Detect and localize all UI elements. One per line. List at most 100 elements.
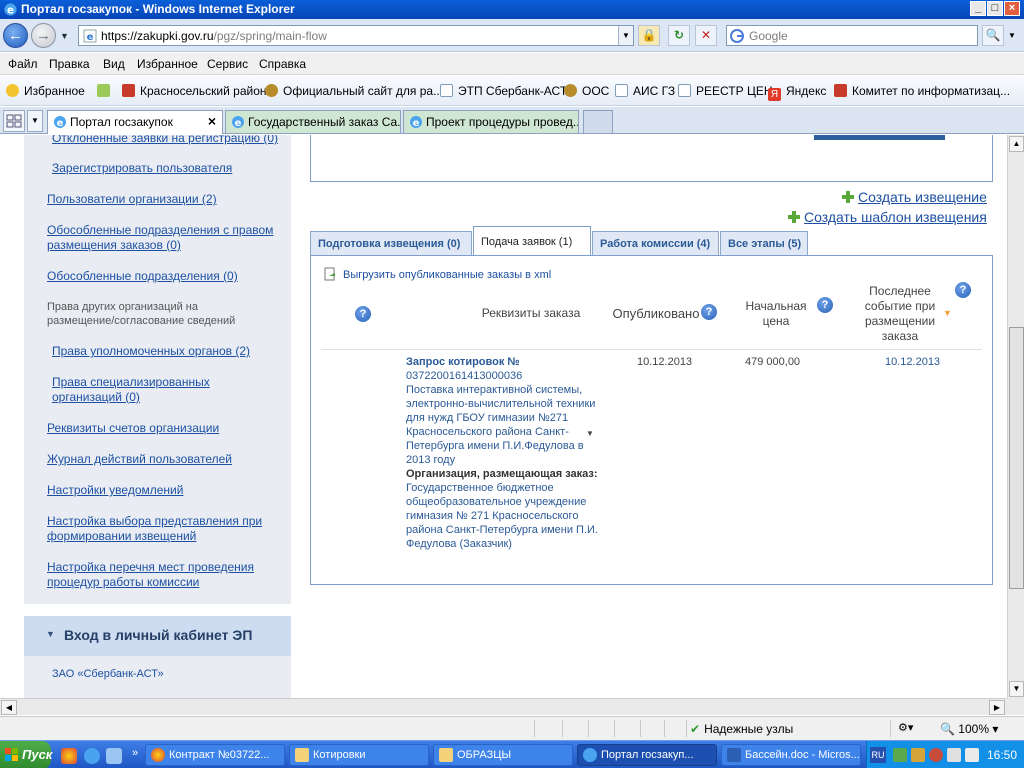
forward-arrow-icon: → <box>36 27 51 44</box>
forward-button[interactable]: → <box>31 23 56 48</box>
minimize-button[interactable]: _ <box>970 1 986 16</box>
fav-link-yandex[interactable]: Я Яндекс <box>768 84 826 101</box>
new-tab-button[interactable] <box>583 110 613 133</box>
ep-login-header[interactable]: ▼ Вход в личный кабинет ЭП <box>24 616 291 656</box>
language-indicator[interactable]: RU <box>870 747 886 763</box>
refresh-icon[interactable]: ↻ <box>668 25 690 46</box>
expand-row-icon[interactable]: ▼ <box>586 429 594 438</box>
tab-all-stages[interactable]: Все этапы (5) <box>720 231 808 256</box>
tab-notice-preparation[interactable]: Подготовка извещения (0) <box>310 231 472 256</box>
sidebar-link-rejected-registrations[interactable]: Отклоненные заявки на регистрацию (0) <box>52 135 278 146</box>
tab-procedure-draft[interactable]: e Проект процедуры провед... <box>403 110 579 133</box>
protected-mode-icon[interactable]: ⚙▾ <box>898 721 913 734</box>
menu-tools[interactable]: Сервис <box>207 57 248 71</box>
fav-link-ais-gz[interactable]: АИС ГЗ <box>615 84 675 98</box>
taskbar-item-word-doc[interactable]: Бассейн.doc - Micros... <box>721 744 861 766</box>
col-header-last-event[interactable]: Последнее событие при размещении заказа <box>856 284 944 344</box>
desktop-icon[interactable] <box>106 748 122 764</box>
scroll-left-icon[interactable]: ◀ <box>1 700 17 715</box>
search-button[interactable]: 🔍 <box>982 25 1004 46</box>
create-notice-link[interactable]: Создать извещение <box>841 189 987 205</box>
fav-link-sberbank-ast[interactable]: ЭТП Сбербанк-АСТ <box>440 84 567 98</box>
tab-commission-work[interactable]: Работа комиссии (4) <box>592 231 719 256</box>
create-template-link[interactable]: Создать шаблон извещения <box>787 209 987 225</box>
scroll-down-icon[interactable]: ▼ <box>1009 681 1024 697</box>
col-header-price[interactable]: Начальная цена <box>736 299 816 329</box>
sidebar-link-authorized-bodies-rights[interactable]: Права уполномоченных органов (2) <box>52 344 250 359</box>
search-options-icon[interactable]: ▼ <box>1008 31 1016 40</box>
network-icon[interactable] <box>893 748 907 762</box>
url-field[interactable]: e https://zakupki.gov.ru/pgz/spring/main… <box>78 25 634 46</box>
fav-link-price-registry[interactable]: РЕЕСТР ЦЕН <box>678 84 773 98</box>
svg-text:e: e <box>413 118 420 129</box>
add-to-favorites-icon[interactable] <box>97 84 115 98</box>
start-button[interactable]: Пуск <box>0 741 52 768</box>
vertical-scrollbar[interactable]: ▲ ▼ <box>1007 135 1024 698</box>
sidebar-link-user-actions-log[interactable]: Журнал действий пользователей <box>47 452 232 467</box>
tab-bid-submission[interactable]: Подача заявок (1) <box>473 226 591 257</box>
sidebar-link-register-user[interactable]: Зарегистрировать пользователя <box>52 161 232 176</box>
tab-list-dropdown-icon[interactable]: ▼ <box>27 110 43 132</box>
scroll-right-icon[interactable]: ▶ <box>989 700 1005 715</box>
help-icon[interactable]: ? <box>955 282 971 298</box>
ep-login-org-link[interactable]: ЗАО «Сбербанк-АСТ» <box>52 668 164 680</box>
help-icon[interactable]: ? <box>701 304 717 320</box>
antivirus-icon[interactable] <box>929 748 943 762</box>
sidebar-link-specialized-orgs-rights[interactable]: Права специализированных организаций (0) <box>52 375 227 405</box>
last-event-date[interactable]: 10.12.2013 <box>885 355 940 369</box>
security-zone[interactable]: ✔ Надежные узлы <box>690 722 793 736</box>
sidebar-link-separate-units-ordering[interactable]: Обособленные подразделения с правом разм… <box>47 223 287 253</box>
taskbar-item-contract[interactable]: Контракт №03722... <box>145 744 285 766</box>
taskbar-item-samples-folder[interactable]: ОБРАЗЦЫ <box>433 744 573 766</box>
fav-link-committee[interactable]: Комитет по информатизац... <box>834 84 1010 98</box>
menu-favorites[interactable]: Избранное <box>137 57 198 71</box>
sidebar-link-account-details[interactable]: Реквизиты счетов организации <box>47 421 219 436</box>
sidebar-link-commission-places-settings[interactable]: Настройка перечня мест проведения процед… <box>47 560 272 590</box>
order-type[interactable]: Запрос котировок № <box>406 356 520 368</box>
zoom-control[interactable]: 🔍 100% ▾ <box>940 722 998 736</box>
sidebar-link-view-selection-settings[interactable]: Настройка выбора представления при форми… <box>47 514 277 544</box>
tray-app-icon[interactable] <box>911 748 925 762</box>
quicklaunch-more-icon[interactable]: » <box>132 747 138 759</box>
stop-icon[interactable]: ✕ <box>695 25 717 46</box>
help-icon[interactable]: ? <box>817 297 833 313</box>
chrome-icon[interactable] <box>61 748 77 764</box>
close-tab-icon[interactable]: × <box>208 113 216 129</box>
internet-explorer-icon[interactable] <box>84 748 100 764</box>
order-requisites: Запрос котировок № 0372200161413000036 П… <box>406 355 601 551</box>
fav-link-oos[interactable]: ООС <box>564 84 609 98</box>
safely-remove-icon[interactable] <box>947 748 961 762</box>
lock-icon[interactable]: 🔒 <box>638 25 660 46</box>
export-xml-link[interactable]: Выгрузить опубликованные заказы в xml <box>323 267 551 281</box>
menu-help[interactable]: Справка <box>259 57 306 71</box>
back-button[interactable]: ← <box>3 23 28 48</box>
fav-link-official-site[interactable]: Официальный сайт для ра... <box>265 84 443 98</box>
menu-view[interactable]: Вид <box>103 57 125 71</box>
favorites-button[interactable]: Избранное <box>6 84 85 98</box>
tab-portal[interactable]: e Портал госзакупок × <box>47 110 223 134</box>
menu-edit[interactable]: Правка <box>49 57 90 71</box>
url-dropdown-icon[interactable]: ▼ <box>618 26 633 45</box>
taskbar-item-quotes-folder[interactable]: Котировки <box>289 744 429 766</box>
menu-file[interactable]: Файл <box>8 57 38 71</box>
sidebar-link-separate-units[interactable]: Обособленные подразделения (0) <box>47 269 238 284</box>
search-field[interactable]: Google <box>726 25 978 46</box>
scroll-thumb[interactable] <box>1009 327 1024 589</box>
scroll-up-icon[interactable]: ▲ <box>1009 136 1024 152</box>
history-dropdown-icon[interactable]: ▼ <box>60 31 69 41</box>
order-number[interactable]: 0372200161413000036 <box>406 370 522 382</box>
sort-desc-icon[interactable]: ▼ <box>943 308 952 318</box>
quick-tabs-icon[interactable] <box>3 110 25 132</box>
horizontal-scrollbar[interactable]: ◀ ▶ <box>0 698 1007 715</box>
fav-link-krasnoselsky[interactable]: Красносельский район <box>122 84 267 98</box>
col-header-published[interactable]: Опубликовано <box>611 306 701 321</box>
sidebar-link-notification-settings[interactable]: Настройки уведомлений <box>47 483 183 498</box>
close-window-button[interactable]: × <box>1004 1 1020 16</box>
taskbar-item-portal[interactable]: Портал госзакуп... <box>577 744 717 766</box>
help-icon[interactable]: ? <box>355 306 371 322</box>
sidebar-link-org-users[interactable]: Пользователи организации (2) <box>47 192 217 207</box>
volume-icon[interactable] <box>965 748 979 762</box>
url-host: https://zakupki.gov.ru <box>101 29 214 43</box>
tab-gos-zakaz[interactable]: e Государственный заказ Са... <box>225 110 401 133</box>
maximize-button[interactable]: □ <box>987 1 1003 16</box>
